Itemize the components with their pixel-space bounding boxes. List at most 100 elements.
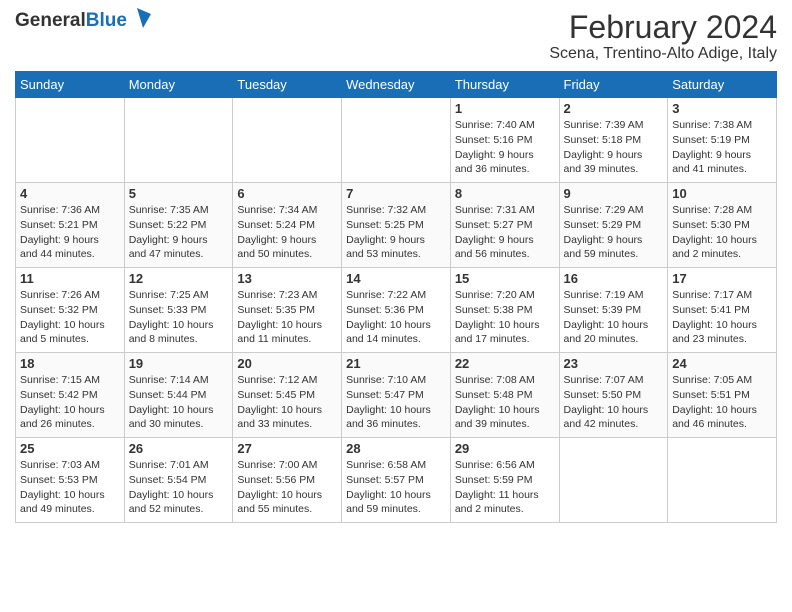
day-number: 13 xyxy=(237,271,337,286)
calendar-cell: 29 Sunrise: 6:56 AMSunset: 5:59 PMDayligh… xyxy=(450,438,559,523)
calendar-cell: 24 Sunrise: 7:05 AMSunset: 5:51 PMDayligh… xyxy=(668,353,777,438)
calendar-cell: 9Sunrise: 7:29 AMSunset: 5:29 PMDaylight… xyxy=(559,183,668,268)
col-sunday: Sunday xyxy=(16,72,125,98)
calendar-cell: 26 Sunrise: 7:01 AMSunset: 5:54 PMDayligh… xyxy=(124,438,233,523)
cell-info: Sunrise: 6:56 AMSunset: 5:59 PMDaylight:… xyxy=(455,458,555,517)
calendar-cell: 13 Sunrise: 7:23 AMSunset: 5:35 PMDayligh… xyxy=(233,268,342,353)
day-number: 22 xyxy=(455,356,555,371)
day-number: 5 xyxy=(129,186,229,201)
title-area: February 2024 Scena, Trentino-Alto Adige… xyxy=(549,10,777,63)
calendar-week-row-5: 25 Sunrise: 7:03 AMSunset: 5:53 PMDayligh… xyxy=(16,438,777,523)
cell-info: Sunrise: 7:29 AMSunset: 5:29 PMDaylight:… xyxy=(564,203,664,262)
calendar-cell: 15 Sunrise: 7:20 AMSunset: 5:38 PMDayligh… xyxy=(450,268,559,353)
calendar-cell: 27 Sunrise: 7:00 AMSunset: 5:56 PMDayligh… xyxy=(233,438,342,523)
cell-info: Sunrise: 7:39 AMSunset: 5:18 PMDaylight:… xyxy=(564,118,664,177)
col-monday: Monday xyxy=(124,72,233,98)
calendar-cell: 5 Sunrise: 7:35 AMSunset: 5:22 PMDaylight… xyxy=(124,183,233,268)
logo-general: General xyxy=(15,10,86,31)
calendar-cell: 1 Sunrise: 7:40 AMSunset: 5:16 PMDaylight… xyxy=(450,98,559,183)
calendar-cell: 20Sunrise: 7:12 AMSunset: 5:45 PMDayligh… xyxy=(233,353,342,438)
day-number: 17 xyxy=(672,271,772,286)
logo: GeneralBlue xyxy=(15,10,151,32)
calendar-cell: 25 Sunrise: 7:03 AMSunset: 5:53 PMDayligh… xyxy=(16,438,125,523)
cell-info: Sunrise: 7:38 AMSunset: 5:19 PMDaylight:… xyxy=(672,118,772,177)
cell-info: Sunrise: 7:22 AMSunset: 5:36 PMDaylight:… xyxy=(346,288,446,347)
day-number: 24 xyxy=(672,356,772,371)
day-number: 11 xyxy=(20,271,120,286)
cell-info: Sunrise: 7:26 AMSunset: 5:32 PMDaylight:… xyxy=(20,288,120,347)
cell-info: Sunrise: 7:25 AMSunset: 5:33 PMDaylight:… xyxy=(129,288,229,347)
cell-info: Sunrise: 7:12 AMSunset: 5:45 PMDaylight:… xyxy=(237,373,337,432)
calendar-cell: 11 Sunrise: 7:26 AMSunset: 5:32 PMDayligh… xyxy=(16,268,125,353)
day-number: 25 xyxy=(20,441,120,456)
calendar-cell: 22Sunrise: 7:08 AMSunset: 5:48 PMDayligh… xyxy=(450,353,559,438)
cell-info: Sunrise: 6:58 AMSunset: 5:57 PMDaylight:… xyxy=(346,458,446,517)
cell-info: Sunrise: 7:35 AMSunset: 5:22 PMDaylight:… xyxy=(129,203,229,262)
calendar-table: Sunday Monday Tuesday Wednesday Thursday… xyxy=(15,71,777,523)
col-saturday: Saturday xyxy=(668,72,777,98)
calendar-cell: 16 Sunrise: 7:19 AMSunset: 5:39 PMDayligh… xyxy=(559,268,668,353)
cell-info: Sunrise: 7:28 AMSunset: 5:30 PMDaylight:… xyxy=(672,203,772,262)
cell-info: Sunrise: 7:01 AMSunset: 5:54 PMDaylight:… xyxy=(129,458,229,517)
day-number: 18 xyxy=(20,356,120,371)
cell-info: Sunrise: 7:40 AMSunset: 5:16 PMDaylight:… xyxy=(455,118,555,177)
cell-info: Sunrise: 7:20 AMSunset: 5:38 PMDaylight:… xyxy=(455,288,555,347)
page: GeneralBlue February 2024 Scena, Trentin… xyxy=(0,0,792,612)
col-wednesday: Wednesday xyxy=(342,72,451,98)
cell-info: Sunrise: 7:03 AMSunset: 5:53 PMDaylight:… xyxy=(20,458,120,517)
day-number: 23 xyxy=(564,356,664,371)
cell-info: Sunrise: 7:07 AMSunset: 5:50 PMDaylight:… xyxy=(564,373,664,432)
cell-info: Sunrise: 7:19 AMSunset: 5:39 PMDaylight:… xyxy=(564,288,664,347)
calendar-cell: 7 Sunrise: 7:32 AMSunset: 5:25 PMDaylight… xyxy=(342,183,451,268)
cell-info: Sunrise: 7:23 AMSunset: 5:35 PMDaylight:… xyxy=(237,288,337,347)
calendar-cell: 28 Sunrise: 6:58 AMSunset: 5:57 PMDayligh… xyxy=(342,438,451,523)
col-tuesday: Tuesday xyxy=(233,72,342,98)
day-number: 8 xyxy=(455,186,555,201)
day-number: 26 xyxy=(129,441,229,456)
calendar-cell: 8 Sunrise: 7:31 AMSunset: 5:27 PMDaylight… xyxy=(450,183,559,268)
cell-info: Sunrise: 7:32 AMSunset: 5:25 PMDaylight:… xyxy=(346,203,446,262)
calendar-cell: 23 Sunrise: 7:07 AMSunset: 5:50 PMDayligh… xyxy=(559,353,668,438)
calendar-cell: 2 Sunrise: 7:39 AMSunset: 5:18 PMDaylight… xyxy=(559,98,668,183)
header: GeneralBlue February 2024 Scena, Trentin… xyxy=(15,10,777,63)
day-number: 15 xyxy=(455,271,555,286)
subtitle: Scena, Trentino-Alto Adige, Italy xyxy=(549,45,777,63)
col-thursday: Thursday xyxy=(450,72,559,98)
day-number: 1 xyxy=(455,101,555,116)
logo-text: GeneralBlue xyxy=(15,10,127,32)
calendar-cell: 10 Sunrise: 7:28 AMSunset: 5:30 PMDayligh… xyxy=(668,183,777,268)
cell-info: Sunrise: 7:34 AMSunset: 5:24 PMDaylight:… xyxy=(237,203,337,262)
calendar-week-row-4: 18 Sunrise: 7:15 AMSunset: 5:42 PMDayligh… xyxy=(16,353,777,438)
calendar-cell: 18 Sunrise: 7:15 AMSunset: 5:42 PMDayligh… xyxy=(16,353,125,438)
calendar-cell: 14 Sunrise: 7:22 AMSunset: 5:36 PMDayligh… xyxy=(342,268,451,353)
calendar-cell xyxy=(668,438,777,523)
day-number: 28 xyxy=(346,441,446,456)
day-number: 27 xyxy=(237,441,337,456)
calendar-week-row-2: 4Sunrise: 7:36 AMSunset: 5:21 PMDaylight… xyxy=(16,183,777,268)
day-number: 3 xyxy=(672,101,772,116)
cell-info: Sunrise: 7:00 AMSunset: 5:56 PMDaylight:… xyxy=(237,458,337,517)
day-number: 2 xyxy=(564,101,664,116)
cell-info: Sunrise: 7:31 AMSunset: 5:27 PMDaylight:… xyxy=(455,203,555,262)
day-number: 10 xyxy=(672,186,772,201)
calendar-cell: 12 Sunrise: 7:25 AMSunset: 5:33 PMDayligh… xyxy=(124,268,233,353)
calendar-cell: 4Sunrise: 7:36 AMSunset: 5:21 PMDaylight… xyxy=(16,183,125,268)
calendar-header-row: Sunday Monday Tuesday Wednesday Thursday… xyxy=(16,72,777,98)
calendar-week-row-1: 1 Sunrise: 7:40 AMSunset: 5:16 PMDaylight… xyxy=(16,98,777,183)
day-number: 16 xyxy=(564,271,664,286)
calendar-cell: 6Sunrise: 7:34 AMSunset: 5:24 PMDaylight… xyxy=(233,183,342,268)
logo-blue: Blue xyxy=(86,10,127,31)
day-number: 29 xyxy=(455,441,555,456)
calendar-cell xyxy=(233,98,342,183)
day-number: 7 xyxy=(346,186,446,201)
cell-info: Sunrise: 7:05 AMSunset: 5:51 PMDaylight:… xyxy=(672,373,772,432)
day-number: 12 xyxy=(129,271,229,286)
day-number: 14 xyxy=(346,271,446,286)
cell-info: Sunrise: 7:15 AMSunset: 5:42 PMDaylight:… xyxy=(20,373,120,432)
logo-icon xyxy=(129,6,151,28)
day-number: 19 xyxy=(129,356,229,371)
main-title: February 2024 xyxy=(549,10,777,45)
day-number: 4 xyxy=(20,186,120,201)
col-friday: Friday xyxy=(559,72,668,98)
calendar-cell: 17Sunrise: 7:17 AMSunset: 5:41 PMDayligh… xyxy=(668,268,777,353)
